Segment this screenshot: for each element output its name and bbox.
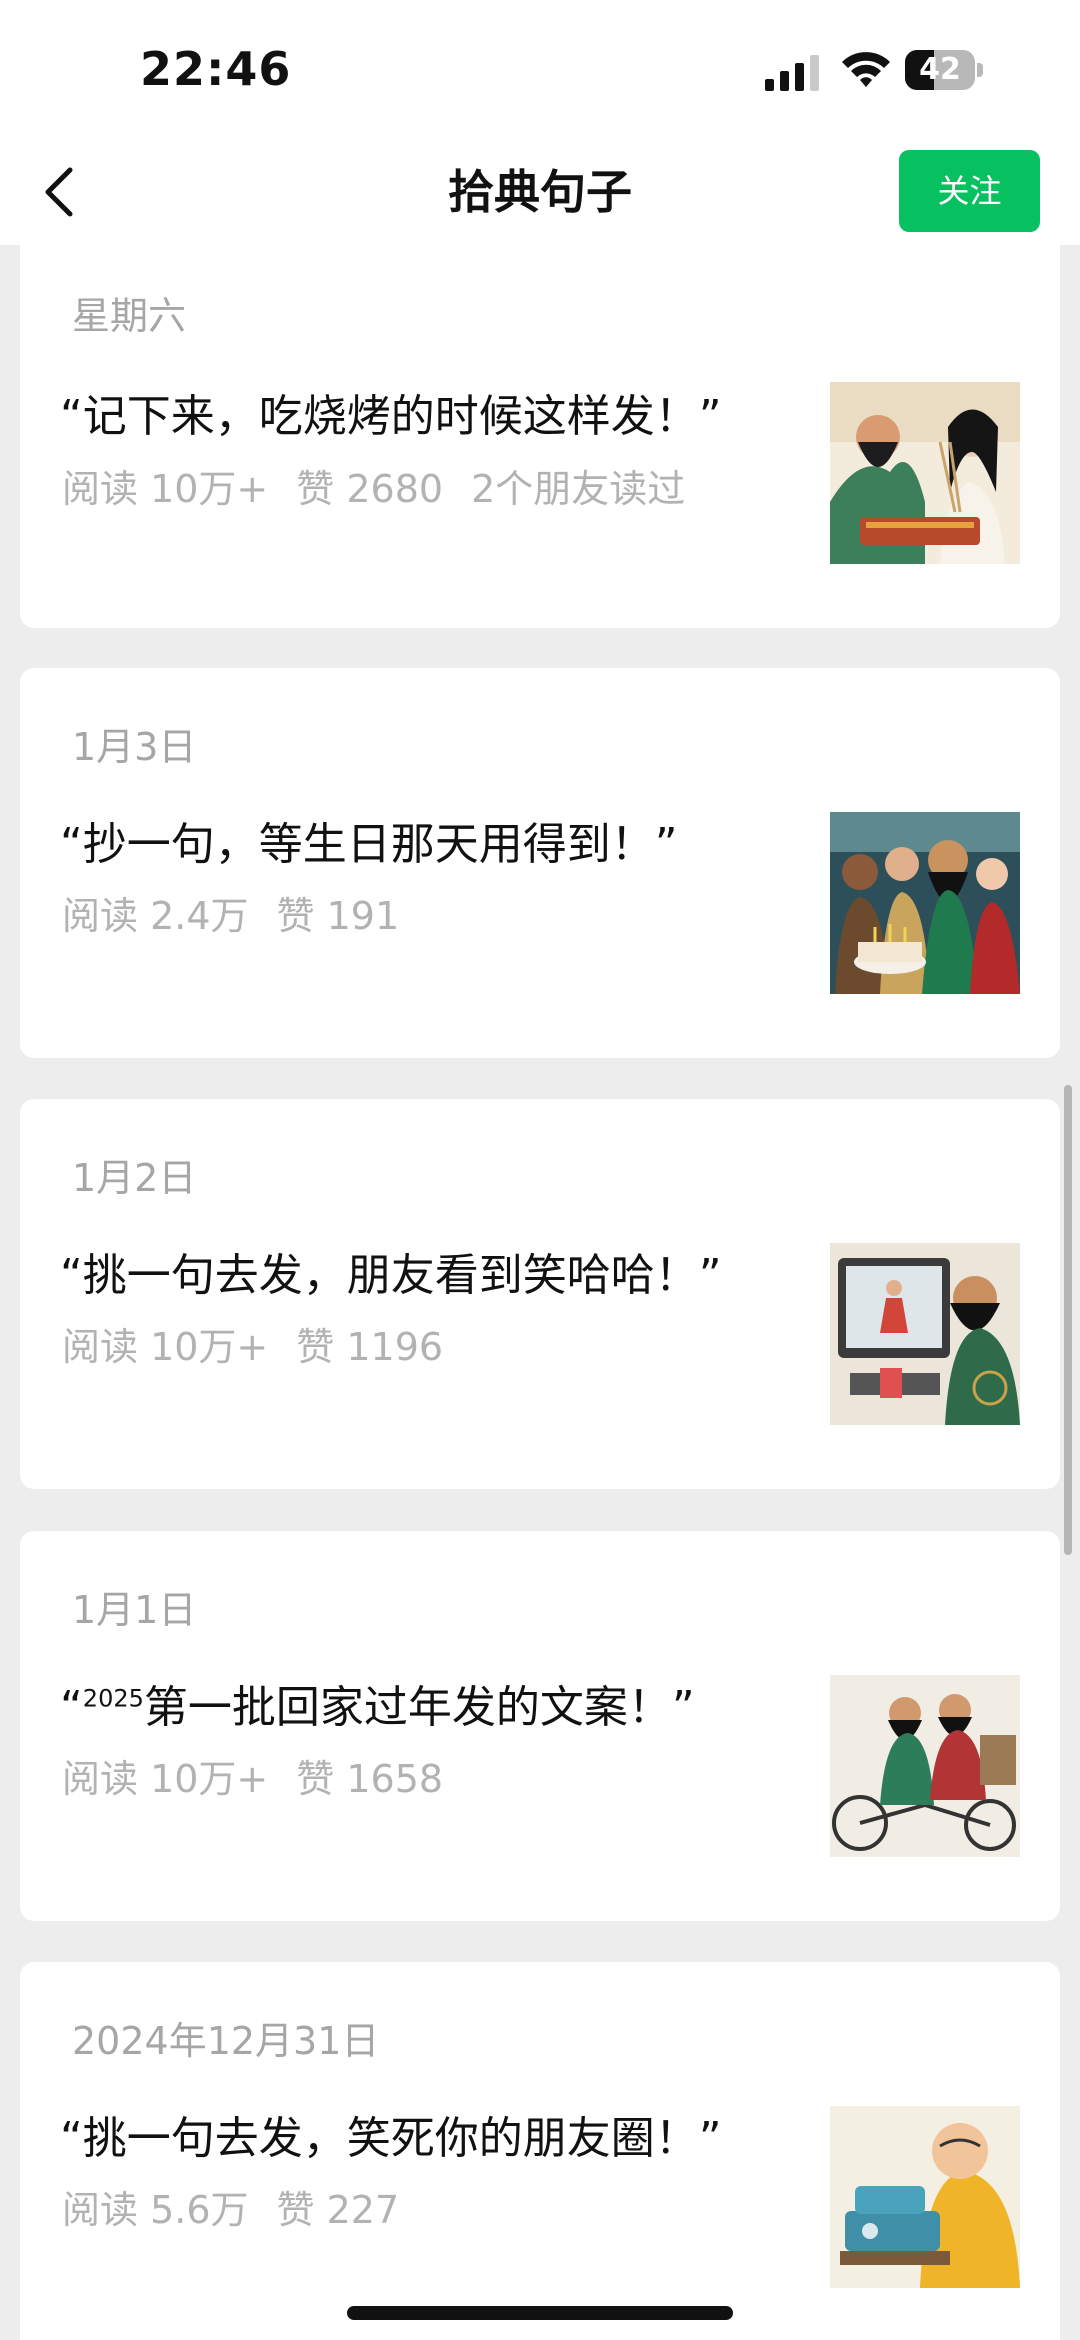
battery-icon: 42 (905, 50, 985, 90)
home-indicator[interactable] (347, 2306, 733, 2320)
nav-bar: 拾典句子 关注 (0, 140, 1080, 245)
wifi-icon (842, 52, 890, 87)
like-count: 赞 1658 (296, 1757, 444, 1801)
article-feed[interactable]: 星期六 “记下来，吃烧烤的时候这样发！” 阅读 10万+ 赞 2680 2个朋友读过… (0, 245, 1080, 2340)
read-count: 阅读 10万+ (62, 1757, 269, 1801)
article-card[interactable]: 1月3日 “抄一句，等生日那天用得到！” 阅读 2.4万赞 191 (20, 668, 1060, 1058)
article-thumbnail[interactable] (830, 812, 1020, 994)
article-stats: 阅读 10万+ 赞 2680 2个朋友读过 (62, 458, 713, 513)
status-time: 22:46 (140, 42, 292, 96)
signal-icon (765, 55, 819, 91)
article-date: 星期六 (72, 294, 187, 338)
like-count: 赞 2680 (296, 467, 444, 511)
article-date: 2024年12月31日 (72, 2019, 380, 2063)
article-date: 1月2日 (72, 1156, 197, 1200)
article-thumbnail[interactable] (830, 382, 1020, 564)
article-card[interactable]: 1月2日 “挑一句去发，朋友看到笑哈哈！” 阅读 10万+ 赞 1196 (20, 1099, 1060, 1489)
friends-read: 2个朋友读过 (471, 467, 686, 511)
article-title[interactable]: “挑一句去发，朋友看到笑哈哈！” (60, 1239, 722, 1303)
article-date: 1月1日 (72, 1588, 197, 1632)
battery-level: 42 (919, 52, 961, 87)
read-count: 阅读 10万+ (62, 1325, 269, 1369)
article-thumbnail[interactable] (830, 1243, 1020, 1425)
article-date: 1月3日 (72, 725, 197, 769)
read-count: 阅读 10万+ (62, 467, 269, 511)
article-card[interactable]: 星期六 “记下来，吃烧烤的时候这样发！” 阅读 10万+ 赞 2680 2个朋友读过 (20, 245, 1060, 628)
article-card[interactable]: 1月1日 “2025第一批回家过年发的文案！” 阅读 10万+ 赞 1658 (20, 1531, 1060, 1921)
read-count: 阅读 5.6万 (62, 2188, 249, 2232)
article-stats: 阅读 10万+ 赞 1658 (62, 1748, 471, 1803)
status-bar: 22:46 42 (0, 0, 1080, 140)
article-stats: 阅读 2.4万赞 191 (62, 885, 427, 940)
article-title[interactable]: “抄一句，等生日那天用得到！” (60, 808, 678, 872)
article-title[interactable]: “2025第一批回家过年发的文案！” (60, 1671, 695, 1735)
article-thumbnail[interactable] (830, 1675, 1020, 1857)
like-count: 赞 227 (276, 2188, 400, 2232)
chevron-left-icon[interactable] (30, 152, 90, 232)
like-count: 赞 1196 (296, 1325, 444, 1369)
like-count: 赞 191 (276, 894, 400, 938)
read-count: 阅读 2.4万 (62, 894, 249, 938)
article-stats: 阅读 10万+ 赞 1196 (62, 1316, 471, 1371)
article-stats: 阅读 5.6万赞 227 (62, 2179, 427, 2234)
scrollbar[interactable] (1064, 1085, 1072, 1555)
article-card[interactable]: 2024年12月31日 “挑一句去发，笑死你的朋友圈！” 阅读 5.6万赞 22… (20, 1962, 1060, 2340)
follow-button[interactable]: 关注 (899, 150, 1040, 232)
article-thumbnail[interactable] (830, 2106, 1020, 2288)
article-title[interactable]: “记下来，吃烧烤的时候这样发！” (60, 380, 722, 444)
article-title[interactable]: “挑一句去发，笑死你的朋友圈！” (60, 2102, 722, 2166)
